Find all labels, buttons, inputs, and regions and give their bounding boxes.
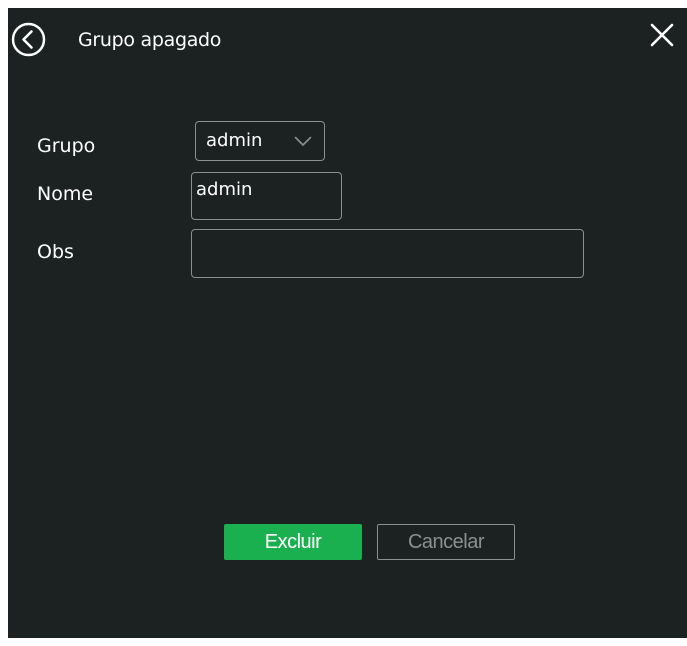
delete-group-dialog: Grupo apagado Grupo admin Nome Obs Exclu… bbox=[8, 8, 687, 638]
close-button[interactable] bbox=[649, 22, 675, 48]
dialog-title-bar: Grupo apagado bbox=[8, 8, 687, 70]
chevron-down-icon bbox=[294, 136, 312, 147]
dialog-title: Grupo apagado bbox=[78, 29, 222, 51]
obs-input[interactable] bbox=[191, 229, 584, 278]
back-circle-icon bbox=[11, 22, 46, 57]
grupo-select[interactable]: admin bbox=[195, 121, 325, 161]
grupo-select-value: admin bbox=[206, 130, 263, 151]
nome-input[interactable] bbox=[191, 172, 342, 220]
close-icon bbox=[649, 22, 675, 48]
nome-label: Nome bbox=[37, 183, 94, 205]
grupo-label: Grupo bbox=[37, 135, 96, 157]
excluir-button[interactable]: Excluir bbox=[224, 524, 362, 560]
back-button[interactable] bbox=[11, 22, 46, 57]
cancelar-button[interactable]: Cancelar bbox=[377, 524, 515, 560]
obs-label: Obs bbox=[37, 241, 74, 263]
